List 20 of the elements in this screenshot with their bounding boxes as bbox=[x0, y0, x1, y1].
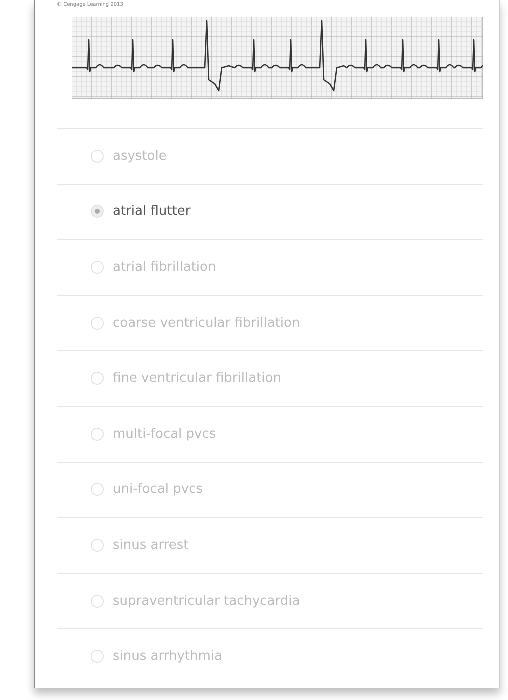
radio-button[interactable] bbox=[91, 594, 104, 608]
answer-option[interactable]: uni-focal pvcs bbox=[91, 482, 204, 498]
radio-button[interactable] bbox=[91, 538, 104, 552]
radio-button[interactable] bbox=[91, 205, 104, 218]
radio-button[interactable] bbox=[91, 316, 104, 330]
answer-option[interactable]: sinus arrhythmia bbox=[91, 649, 222, 664]
answer-option[interactable]: atrial flutter bbox=[91, 204, 191, 220]
radio-button[interactable] bbox=[91, 372, 104, 386]
radio-button[interactable] bbox=[91, 483, 104, 496]
radio-button[interactable] bbox=[91, 150, 104, 163]
answer-option[interactable]: sinus arrest bbox=[91, 538, 189, 553]
radio-button[interactable] bbox=[91, 650, 104, 664]
radio-button[interactable] bbox=[91, 428, 104, 441]
answer-option[interactable]: multi-focal pvcs bbox=[91, 426, 216, 442]
answer-option[interactable]: asystole bbox=[91, 148, 167, 164]
answer-option[interactable]: coarse ventricular fibrillation bbox=[91, 316, 300, 331]
answer-option[interactable]: atrial fibrillation bbox=[91, 260, 216, 275]
answer-option[interactable]: fine ventricular fibrillation bbox=[91, 371, 282, 386]
radio-button[interactable] bbox=[91, 260, 104, 274]
answer-option[interactable]: supraventricular tachycardia bbox=[91, 594, 300, 609]
